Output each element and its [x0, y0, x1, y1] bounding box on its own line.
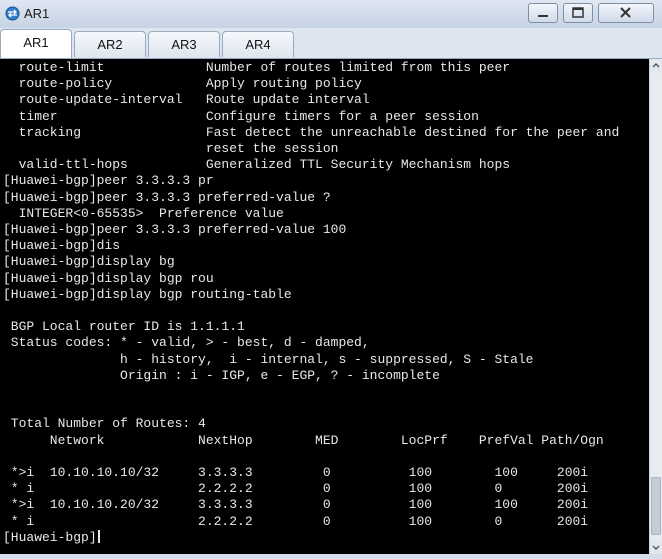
maximize-icon [572, 7, 584, 18]
tab-label: AR2 [97, 37, 123, 52]
close-button[interactable] [598, 3, 654, 23]
tab-ar2[interactable]: AR2 [74, 31, 146, 57]
scroll-up-button[interactable] [650, 59, 662, 73]
terminal-output: route-limit Number of routes limited fro… [3, 60, 619, 546]
terminal-line: reset the session [3, 141, 339, 157]
terminal-line: valid-ttl-hops Generalized TTL Security … [3, 157, 511, 173]
text-cursor [97, 529, 100, 543]
chevron-up-icon [652, 63, 660, 68]
terminal-line: [Huawei-bgp]display bgp rou [3, 270, 214, 286]
terminal-line: *>i 10.10.10.20/32 3.3.3.3 0 100 100 200… [3, 497, 589, 513]
terminal-line: * i 2.2.2.2 0 100 0 200i [3, 513, 589, 529]
vertical-scrollbar[interactable] [649, 59, 662, 554]
minimize-icon [538, 15, 548, 17]
terminal-line: [Huawei-bgp]peer 3.3.3.3 preferred-value… [3, 222, 347, 238]
terminal-line: [Huawei-bgp]peer 3.3.3.3 pr [3, 173, 214, 189]
tab-label: AR1 [23, 35, 49, 50]
tab-label: AR3 [171, 37, 197, 52]
terminal-console[interactable]: route-limit Number of routes limited fro… [0, 59, 649, 554]
command-prompt[interactable]: [Huawei-bgp] [3, 529, 619, 546]
terminal-line: timer Configure timers for a peer sessio… [3, 108, 479, 124]
terminal-line: h - history, i - internal, s - suppresse… [3, 351, 534, 367]
tab-ar4[interactable]: AR4 [222, 31, 294, 57]
maximize-button[interactable] [563, 3, 593, 23]
terminal-line: route-limit Number of routes limited fro… [3, 60, 511, 75]
terminal-line: route-update-interval Route update inter… [3, 92, 370, 108]
close-icon [620, 7, 631, 18]
minimize-button[interactable] [528, 3, 558, 23]
terminal-line: route-policy Apply routing policy [3, 76, 362, 92]
window-title: AR1 [24, 6, 50, 21]
terminal-line: Network NextHop MED LocPrf PrefVal Path/… [3, 432, 604, 448]
network-device-icon [5, 6, 20, 21]
terminal-line: [Huawei-bgp]peer 3.3.3.3 preferred-value… [3, 189, 331, 205]
terminal-line: Status codes: * - valid, > - best, d - d… [3, 335, 370, 351]
terminal-line: Origin : i - IGP, e - EGP, ? - incomplet… [3, 367, 440, 383]
title-bar: AR1 [0, 0, 662, 29]
terminal-line: * i 2.2.2.2 0 100 0 200i [3, 481, 589, 497]
terminal-line: BGP Local router ID is 1.1.1.1 [3, 319, 245, 335]
terminal-line: *>i 10.10.10.10/32 3.3.3.3 0 100 100 200… [3, 465, 589, 481]
tab-ar1[interactable]: AR1 [0, 29, 72, 58]
device-tab-bar: AR1 AR2 AR3 AR4 [0, 28, 662, 59]
scroll-down-button[interactable] [650, 540, 662, 554]
terminal-line: INTEGER<0-65535> Preference value [3, 205, 284, 221]
tab-label: AR4 [245, 37, 271, 52]
chevron-down-icon [652, 545, 660, 550]
prompt-text: [Huawei-bgp] [3, 529, 97, 545]
terminal-line: Total Number of Routes: 4 [3, 416, 206, 432]
terminal-line: tracking Fast detect the unreachable des… [3, 124, 620, 140]
terminal-line: [Huawei-bgp]display bg [3, 254, 175, 270]
terminal-line: [Huawei-bgp]display bgp routing-table [3, 286, 292, 302]
scrollbar-thumb[interactable] [651, 477, 661, 535]
tab-ar3[interactable]: AR3 [148, 31, 220, 57]
terminal-line: [Huawei-bgp]dis [3, 238, 121, 254]
